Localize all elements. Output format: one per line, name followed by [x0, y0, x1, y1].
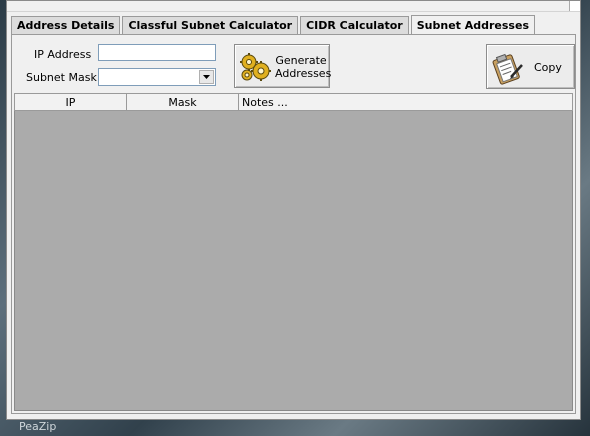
- gears-icon: [238, 52, 272, 85]
- tab-classful-subnet-calculator[interactable]: Classful Subnet Calculator: [122, 16, 299, 34]
- address-grid-header: IP Mask Notes ...: [14, 93, 573, 111]
- clipboard-icon: [491, 51, 525, 88]
- tab-subnet-addresses[interactable]: Subnet Addresses: [410, 15, 535, 35]
- address-grid-body[interactable]: [14, 111, 573, 411]
- taskbar-label: PeaZip: [19, 420, 57, 433]
- copy-button[interactable]: Copy: [486, 44, 575, 89]
- column-label: Notes ...: [242, 95, 288, 109]
- column-label: IP: [65, 95, 76, 109]
- app-window: Address Details Classful Subnet Calculat…: [6, 0, 581, 420]
- column-header-notes[interactable]: Notes ...: [239, 94, 572, 110]
- column-label: Mask: [168, 95, 197, 109]
- tab-label: Subnet Addresses: [416, 18, 529, 32]
- generate-label-line2: Addresses: [275, 67, 332, 80]
- tab-strip: Address Details Classful Subnet Calculat…: [11, 14, 537, 35]
- tab-label: Address Details: [17, 19, 115, 32]
- subnet-mask-label: Subnet Mask: [26, 71, 97, 84]
- column-header-mask[interactable]: Mask: [127, 94, 239, 110]
- tab-cidr-calculator[interactable]: CIDR Calculator: [300, 16, 409, 34]
- column-header-ip[interactable]: IP: [15, 94, 127, 110]
- generate-addresses-button[interactable]: Generate Addresses: [234, 44, 332, 88]
- window-top-edge: [7, 1, 580, 12]
- copy-label: Copy: [534, 61, 562, 74]
- tab-label: CIDR Calculator: [306, 19, 403, 32]
- tab-address-details[interactable]: Address Details: [11, 16, 121, 34]
- chevron-down-icon[interactable]: [199, 70, 214, 84]
- generate-label-line1: Generate: [275, 54, 327, 67]
- ip-address-input[interactable]: [98, 44, 216, 61]
- subnet-mask-dropdown[interactable]: [98, 68, 216, 86]
- ip-address-label: IP Address: [34, 48, 92, 61]
- window-corner: [569, 1, 580, 11]
- subnet-addresses-panel: IP Address Subnet Mask Generate Addresse…: [11, 34, 576, 414]
- tab-label: Classful Subnet Calculator: [128, 19, 293, 32]
- generate-addresses-label: Generate Addresses: [275, 54, 332, 80]
